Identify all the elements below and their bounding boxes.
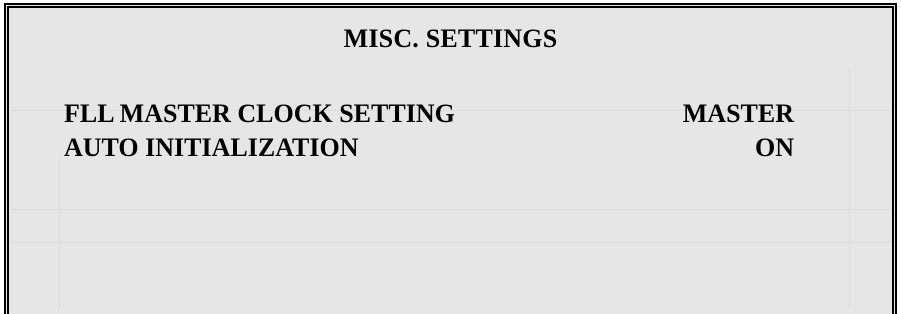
setting-row-fll-master-clock[interactable]: FLL MASTER CLOCK SETTING MASTER	[64, 99, 794, 133]
setting-value-fll-master-clock[interactable]: MASTER	[683, 99, 794, 129]
settings-panel: MISC. SETTINGS FLL MASTER CLOCK SETTING …	[4, 3, 897, 314]
setting-label: AUTO INITIALIZATION	[64, 133, 359, 162]
setting-label: FLL MASTER CLOCK SETTING	[64, 99, 455, 128]
setting-row-auto-initialization[interactable]: AUTO INITIALIZATION ON	[64, 133, 794, 167]
grid-line	[849, 68, 850, 308]
grid-line	[9, 209, 892, 210]
grid-line	[59, 158, 60, 308]
setting-value-auto-initialization[interactable]: ON	[755, 133, 794, 163]
grid-line	[9, 242, 892, 243]
page-title: MISC. SETTINGS	[343, 24, 558, 53]
